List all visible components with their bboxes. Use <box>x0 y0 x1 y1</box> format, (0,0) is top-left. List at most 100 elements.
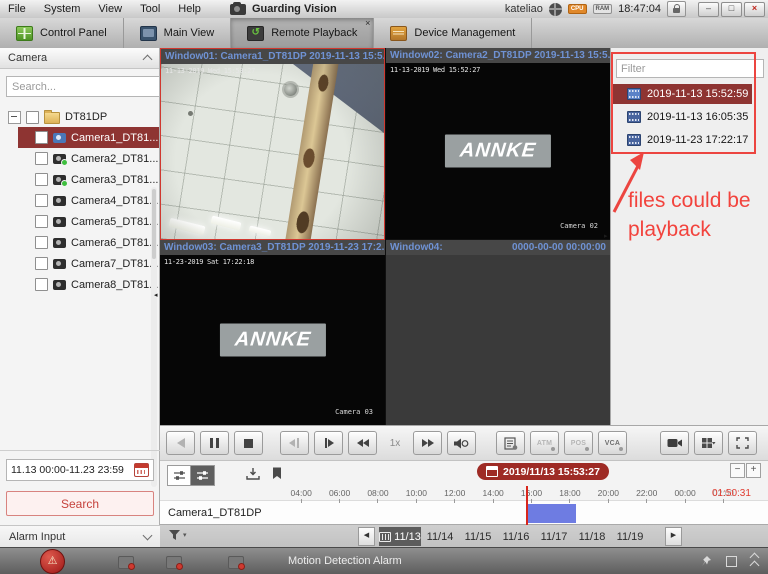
minimize-button[interactable]: – <box>698 2 719 17</box>
record-button[interactable] <box>660 431 689 455</box>
collapse-minus-icon[interactable] <box>8 111 21 124</box>
next-dates-button[interactable]: ▶ <box>665 527 682 546</box>
camera-checkbox[interactable] <box>35 215 48 228</box>
chevron-down-icon[interactable] <box>143 530 153 540</box>
restore-panel-icon[interactable] <box>726 556 737 567</box>
window-division-button[interactable] <box>694 431 723 455</box>
calendar-icon[interactable] <box>134 463 149 477</box>
reverse-play-button[interactable] <box>166 431 195 455</box>
menu-item[interactable]: View <box>98 3 122 15</box>
camera-checkbox[interactable] <box>35 152 48 165</box>
device-checkbox[interactable] <box>26 111 39 124</box>
tab[interactable]: Control Panel <box>0 18 124 48</box>
alarm-bell-icon[interactable] <box>118 556 134 569</box>
video-content-camera3[interactable]: 11-23-2019 Sat 17:22:18 ANNKE Camera 03 <box>160 255 385 425</box>
date-tab[interactable]: 11/16 <box>497 527 535 546</box>
menu-item[interactable]: System <box>44 3 81 15</box>
volume-button[interactable] <box>447 431 476 455</box>
camera-tree-item[interactable]: Camera5_DT81... <box>18 211 159 232</box>
playback-window-3[interactable]: Window03: Camera3_DT81DP 2019-11-23 17:2… <box>160 240 385 425</box>
video-content-camera2[interactable]: 11-13-2019 Wed 15:52:27 ANNKE Camera 02 <box>386 63 610 239</box>
camera-tree-item[interactable]: Camera6_DT81... <box>18 232 159 253</box>
date-tab[interactable]: 11/18 <box>573 527 611 546</box>
playback-window-1[interactable]: Window01: Camera1_DT81DP 2019-11-13 15:5… <box>160 48 385 240</box>
date-tab[interactable]: 11/15 <box>459 527 497 546</box>
event-list-button[interactable] <box>496 431 525 455</box>
playback-window-4[interactable]: Window04: 0000-00-00 00:00:00 <box>385 240 610 425</box>
recording-segment[interactable] <box>527 504 576 523</box>
camera-tree-item[interactable]: Camera7_DT81... <box>18 253 159 274</box>
camera-checkbox[interactable] <box>35 257 48 270</box>
pause-button[interactable] <box>200 431 229 455</box>
camera-checkbox[interactable] <box>35 173 48 186</box>
bookmark-button[interactable] <box>272 467 282 480</box>
tab[interactable]: Main View <box>124 18 232 48</box>
network-globe-icon[interactable] <box>549 3 562 16</box>
stop-button[interactable] <box>234 431 263 455</box>
camera-checkbox[interactable] <box>35 131 48 144</box>
timeline-playhead[interactable] <box>526 486 528 525</box>
maximize-button[interactable]: □ <box>721 2 742 17</box>
tab-close-icon[interactable]: × <box>365 19 370 28</box>
alarm-warning-icon[interactable]: ⚠ <box>40 549 65 574</box>
camera-tree-item[interactable]: Camera8_DT81... <box>18 274 159 295</box>
filter-toggle[interactable]: ▾ <box>168 529 187 541</box>
playback-window-2[interactable]: Window02: Camera2_DT81DP 2019-11-13 15:5… <box>385 48 610 240</box>
lock-button[interactable] <box>667 1 686 17</box>
tab[interactable]: Remote Playback × <box>231 18 374 48</box>
video-content-empty[interactable] <box>386 255 610 425</box>
menu-item[interactable]: File <box>8 3 26 15</box>
date-range-input[interactable] <box>11 464 131 476</box>
date-tab[interactable]: 11/13 <box>379 527 421 546</box>
timeline-track[interactable]: Camera1_DT81DP <box>160 500 768 526</box>
collapse-up-icon[interactable] <box>143 55 153 65</box>
previous-frame-button[interactable] <box>280 431 309 455</box>
alarm-snapshot-icon[interactable] <box>166 556 182 569</box>
camera-tree-item[interactable]: Camera3_DT81... <box>18 169 159 190</box>
collapse-handle-left-icon[interactable]: ◂ <box>154 292 158 299</box>
playback-file-item[interactable]: 2019-11-23 17:22:17 <box>612 130 752 150</box>
alarm-audio-icon[interactable] <box>228 556 244 569</box>
collapse-handle-right-icon[interactable]: ▸ <box>604 233 608 240</box>
atm-search-button[interactable]: ATM <box>530 431 559 455</box>
timeline-zoom-in-button[interactable]: + <box>746 463 761 478</box>
video-content-camera1[interactable]: 11-13-2019 Wed 15:53:27 <box>161 64 384 239</box>
camera-search-input[interactable] <box>6 76 160 97</box>
slow-down-button[interactable] <box>348 431 377 455</box>
date-tab[interactable]: 11/14 <box>421 527 459 546</box>
camera-checkbox[interactable] <box>35 194 48 207</box>
menu-item[interactable]: Help <box>178 3 201 15</box>
fullscreen-button[interactable] <box>728 431 757 455</box>
ram-usage-icon[interactable]: RAM <box>593 4 613 14</box>
camera-panel-header[interactable]: Camera <box>0 48 159 69</box>
camera-checkbox[interactable] <box>35 236 48 249</box>
playback-file-item[interactable]: 2019-11-13 16:05:35 <box>612 107 752 127</box>
alarm-input-panel-header[interactable]: Alarm Input <box>0 525 160 547</box>
timeline-mode-button-2[interactable] <box>190 465 215 486</box>
download-button[interactable] <box>246 467 260 480</box>
search-button[interactable]: Search <box>6 491 154 516</box>
pos-search-button[interactable]: POS <box>564 431 593 455</box>
timeline-mode-button-1[interactable] <box>167 465 192 486</box>
next-frame-button[interactable] <box>314 431 343 455</box>
playback-time-badge[interactable]: 2019/11/13 15:53:27 <box>477 463 609 480</box>
camera-checkbox[interactable] <box>35 278 48 291</box>
playback-file-item[interactable]: 2019-11-13 15:52:59 <box>612 84 752 104</box>
speed-up-button[interactable] <box>413 431 442 455</box>
sidebar-scrollbar[interactable] <box>151 187 157 487</box>
device-tree-root[interactable]: DT81DP <box>0 107 159 127</box>
collapse-statusbar-icon[interactable] <box>751 554 758 569</box>
filter-input[interactable] <box>616 59 764 78</box>
scrollbar-thumb[interactable] <box>152 189 156 259</box>
camera-tree-item[interactable]: Camera1_DT81... <box>18 127 159 148</box>
cpu-usage-icon[interactable]: CPU <box>568 4 587 14</box>
date-tab[interactable]: 11/19 <box>611 527 649 546</box>
menu-item[interactable]: Tool <box>140 3 160 15</box>
tab[interactable]: Device Management <box>374 18 532 48</box>
pin-icon[interactable] <box>700 555 712 568</box>
camera-tree-item[interactable]: Camera2_DT81... <box>18 148 159 169</box>
timeline-zoom-out-button[interactable]: − <box>730 463 745 478</box>
date-tab[interactable]: 11/17 <box>535 527 573 546</box>
vca-search-button[interactable]: VCA <box>598 431 627 455</box>
camera-tree-item[interactable]: Camera4_DT81... <box>18 190 159 211</box>
